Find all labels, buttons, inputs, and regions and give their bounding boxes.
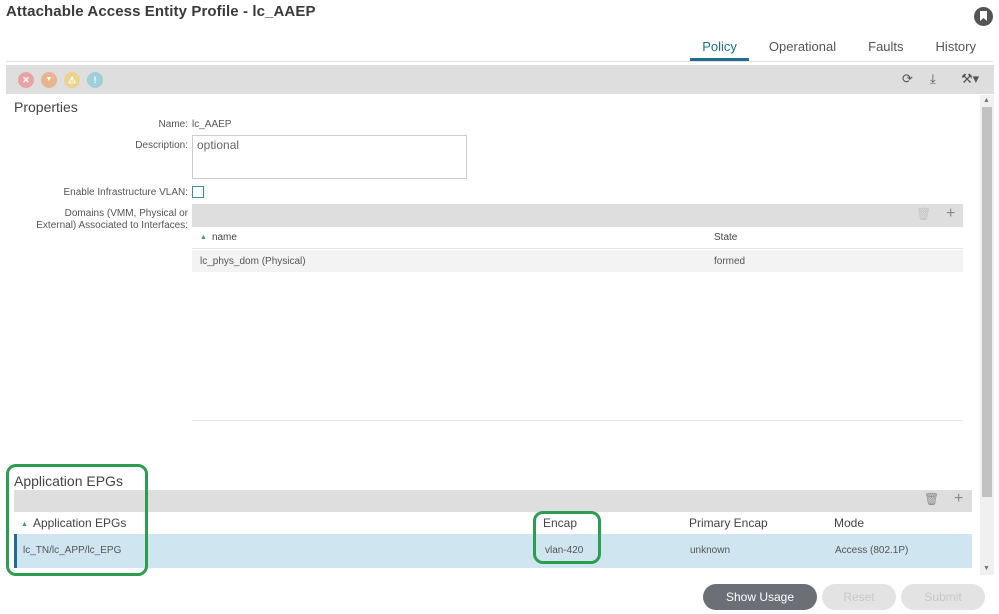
table-row[interactable]: lc_TN/lc_APP/lc_EPG vlan-420 unknown Acc… [14, 534, 972, 568]
domains-label-line2: External) Associated to Interfaces: [36, 220, 188, 231]
vertical-scrollbar[interactable]: ▲ ▼ [980, 95, 994, 575]
primary-encap-cell: unknown [690, 545, 731, 556]
description-label: Description: [135, 140, 188, 151]
tab-operational[interactable]: Operational [769, 38, 836, 61]
infra-vlan-checkbox[interactable] [192, 186, 204, 198]
tabs-divider [6, 61, 993, 62]
domains-grid-toolbar: 🗑 + [192, 204, 963, 227]
scrollbar-thumb[interactable] [982, 107, 992, 497]
tab-faults[interactable]: Faults [868, 38, 903, 61]
major-fault-icon[interactable]: ▼ [41, 72, 57, 88]
reset-button[interactable]: Reset [822, 584, 896, 610]
plus-icon[interactable]: + [954, 490, 963, 508]
toolbar: ✕ ▼ ⚠ ! ⟳ ⤓ ⚒▾ [6, 65, 994, 94]
show-usage-button[interactable]: Show Usage [703, 584, 817, 610]
epg-grid-toolbar: 🗑 + [14, 490, 972, 512]
warning-fault-icon[interactable]: ! [87, 72, 103, 88]
bookmark-icon[interactable] [974, 7, 993, 26]
scroll-down-icon[interactable]: ▼ [983, 565, 990, 572]
description-field[interactable]: optional [192, 135, 467, 179]
trash-icon[interactable]: 🗑 [924, 492, 939, 506]
scroll-up-icon[interactable]: ▲ [983, 97, 990, 104]
tab-policy[interactable]: Policy [690, 38, 749, 61]
header-divider [192, 248, 963, 249]
tools-icon[interactable]: ⚒▾ [961, 71, 979, 87]
highlight-application-epgs [6, 464, 148, 576]
sort-asc-icon: ▲ [200, 234, 207, 241]
minor-fault-icon[interactable]: ⚠ [64, 72, 80, 88]
submit-button[interactable]: Submit [901, 584, 985, 610]
epg-col-primary-encap[interactable]: Primary Encap [689, 516, 768, 530]
domains-label-line1: Domains (VMM, Physical or [64, 208, 188, 219]
mode-cell: Access (802.1P) [835, 545, 909, 556]
domains-col-name[interactable]: ▲ name [200, 232, 237, 243]
name-value: lc_AAEP [192, 119, 232, 130]
properties-heading: Properties [14, 99, 78, 115]
critical-fault-icon[interactable]: ✕ [18, 72, 34, 88]
highlight-encap [533, 511, 601, 564]
domains-col-state[interactable]: State [714, 232, 737, 243]
infra-vlan-label: Enable Infrastructure VLAN: [63, 187, 188, 198]
table-row[interactable]: lc_phys_dom (Physical) formed [192, 250, 963, 272]
plus-icon[interactable]: + [946, 205, 955, 223]
trash-icon[interactable]: 🗑 [916, 207, 931, 221]
name-label: Name: [158, 119, 188, 130]
domains-grid-bottom [192, 420, 963, 421]
epg-col-mode[interactable]: Mode [834, 516, 864, 530]
domain-state-cell: formed [714, 256, 746, 267]
refresh-icon[interactable]: ⟳ [902, 71, 913, 87]
tab-history[interactable]: History [936, 38, 976, 61]
download-icon[interactable]: ⤓ [930, 71, 936, 87]
page-title: Attachable Access Entity Profile - lc_AA… [6, 3, 316, 20]
tab-bar: Policy Operational Faults History [670, 38, 976, 61]
domain-name-cell: lc_phys_dom (Physical) [200, 256, 306, 267]
